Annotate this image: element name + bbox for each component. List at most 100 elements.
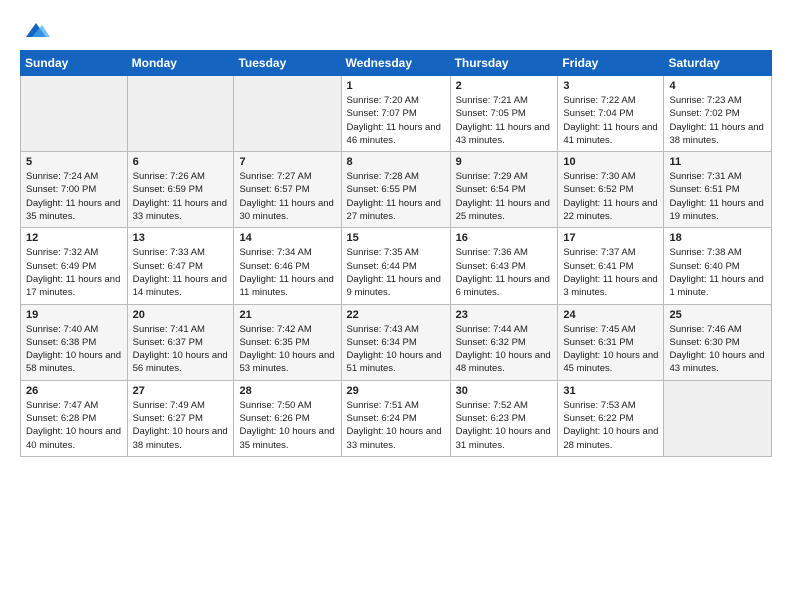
day-number: 13 [133,232,229,244]
sunrise-text: Sunrise: 7:52 AM [456,399,553,412]
sunrise-text: Sunrise: 7:30 AM [563,170,658,183]
day-number: 17 [563,232,658,244]
daylight-text: Daylight: 11 hours and 19 minutes. [669,197,766,224]
day-info: Sunrise: 7:38 AMSunset: 6:40 PMDaylight:… [669,246,766,299]
sunrise-text: Sunrise: 7:49 AM [133,399,229,412]
calendar-cell: 11 Sunrise: 7:31 AMSunset: 6:51 PMDayligh… [664,152,772,228]
day-info: Sunrise: 7:22 AMSunset: 7:04 PMDaylight:… [563,94,658,147]
daylight-text: Daylight: 11 hours and 6 minutes. [456,273,553,300]
day-number: 7 [239,156,335,168]
calendar-cell: 25Sunrise: 7:46 AMSunset: 6:30 PMDayligh… [664,304,772,380]
calendar-cell: 21Sunrise: 7:42 AMSunset: 6:35 PMDayligh… [234,304,341,380]
daylight-text: Daylight: 11 hours and 9 minutes. [347,273,445,300]
calendar-cell: 23Sunrise: 7:44 AMSunset: 6:32 PMDayligh… [450,304,558,380]
day-number: 5 [26,156,122,168]
daylight-text: Daylight: 10 hours and 53 minutes. [239,349,335,376]
daylight-text: Daylight: 11 hours and 14 minutes. [133,273,229,300]
sunset-text: Sunset: 6:31 PM [563,336,658,349]
daylight-text: Daylight: 11 hours and 46 minutes. [347,121,445,148]
sunset-text: Sunset: 6:26 PM [239,412,335,425]
day-number: 14 [239,232,335,244]
sunset-text: Sunset: 6:32 PM [456,336,553,349]
daylight-text: Daylight: 10 hours and 58 minutes. [26,349,122,376]
daylight-text: Daylight: 10 hours and 33 minutes. [347,425,445,452]
day-number: 16 [456,232,553,244]
calendar-cell: 10Sunrise: 7:30 AMSunset: 6:52 PMDayligh… [558,152,664,228]
day-info: Sunrise: 7:32 AMSunset: 6:49 PMDaylight:… [26,246,122,299]
day-info: Sunrise: 7:52 AMSunset: 6:23 PMDaylight:… [456,399,553,452]
weekday-wednesday: Wednesday [341,51,450,76]
day-number: 28 [239,385,335,397]
daylight-text: Daylight: 11 hours and 30 minutes. [239,197,335,224]
sunrise-text: Sunrise: 7:53 AM [563,399,658,412]
daylight-text: Daylight: 11 hours and 25 minutes. [456,197,553,224]
calendar-cell: 29 Sunrise: 7:51 AMSunset: 6:24 PMDayligh… [341,380,450,456]
week-row-0: 1Sunrise: 7:20 AMSunset: 7:07 PMDaylight… [21,76,772,152]
calendar-cell: 8Sunrise: 7:28 AMSunset: 6:55 PMDaylight… [341,152,450,228]
day-info: Sunrise: 7:44 AMSunset: 6:32 PMDaylight:… [456,323,553,376]
calendar-cell [234,76,341,152]
day-number: 29 [347,385,445,397]
day-number: 19 [26,309,122,321]
day-info: Sunrise: 7:34 AMSunset: 6:46 PMDaylight:… [239,246,335,299]
day-number: 6 [133,156,229,168]
week-row-2: 12Sunrise: 7:32 AMSunset: 6:49 PMDayligh… [21,228,772,304]
sunrise-text: Sunrise: 7:43 AM [347,323,445,336]
sunset-text: Sunset: 6:34 PM [347,336,445,349]
calendar-cell [664,380,772,456]
sunset-text: Sunset: 6:22 PM [563,412,658,425]
sunset-text: Sunset: 6:57 PM [239,183,335,196]
sunrise-text: Sunrise: 7:27 AM [239,170,335,183]
day-number: 10 [563,156,658,168]
sunset-text: Sunset: 6:40 PM [669,260,766,273]
day-info: Sunrise: 7:37 AMSunset: 6:41 PMDaylight:… [563,246,658,299]
day-number: 1 [347,80,445,92]
day-info: Sunrise: 7:23 AMSunset: 7:02 PMDaylight:… [669,94,766,147]
day-info: Sunrise: 7:33 AMSunset: 6:47 PMDaylight:… [133,246,229,299]
day-info: Sunrise: 7:49 AMSunset: 6:27 PMDaylight:… [133,399,229,452]
sunset-text: Sunset: 6:30 PM [669,336,766,349]
sunrise-text: Sunrise: 7:35 AM [347,246,445,259]
weekday-header-row: SundayMondayTuesdayWednesdayThursdayFrid… [21,51,772,76]
daylight-text: Daylight: 11 hours and 1 minute. [669,273,766,300]
day-info: Sunrise: 7:43 AMSunset: 6:34 PMDaylight:… [347,323,445,376]
sunset-text: Sunset: 6:27 PM [133,412,229,425]
weekday-tuesday: Tuesday [234,51,341,76]
sunrise-text: Sunrise: 7:34 AM [239,246,335,259]
sunrise-text: Sunrise: 7:36 AM [456,246,553,259]
sunset-text: Sunset: 6:52 PM [563,183,658,196]
day-info: Sunrise: 7:40 AMSunset: 6:38 PMDaylight:… [26,323,122,376]
weekday-saturday: Saturday [664,51,772,76]
day-info: Sunrise: 7:35 AMSunset: 6:44 PMDaylight:… [347,246,445,299]
sunset-text: Sunset: 6:43 PM [456,260,553,273]
day-number: 27 [133,385,229,397]
sunset-text: Sunset: 6:51 PM [669,183,766,196]
sunrise-text: Sunrise: 7:41 AM [133,323,229,336]
sunset-text: Sunset: 6:46 PM [239,260,335,273]
sunrise-text: Sunrise: 7:21 AM [456,94,553,107]
day-info: Sunrise: 7:51 AMSunset: 6:24 PMDaylight:… [347,399,445,452]
day-info: Sunrise: 7:50 AMSunset: 6:26 PMDaylight:… [239,399,335,452]
sunset-text: Sunset: 6:44 PM [347,260,445,273]
day-number: 15 [347,232,445,244]
calendar-cell: 16 Sunrise: 7:36 AMSunset: 6:43 PMDayligh… [450,228,558,304]
day-number: 4 [669,80,766,92]
day-number: 20 [133,309,229,321]
daylight-text: Daylight: 10 hours and 40 minutes. [26,425,122,452]
sunrise-text: Sunrise: 7:45 AM [563,323,658,336]
logo [20,16,50,40]
day-number: 24 [563,309,658,321]
daylight-text: Daylight: 11 hours and 38 minutes. [669,121,766,148]
daylight-text: Daylight: 10 hours and 38 minutes. [133,425,229,452]
sunrise-text: Sunrise: 7:51 AM [347,399,445,412]
sunrise-text: Sunrise: 7:31 AM [669,170,766,183]
daylight-text: Daylight: 10 hours and 56 minutes. [133,349,229,376]
calendar-cell: 7 Sunrise: 7:27 AMSunset: 6:57 PMDaylight… [234,152,341,228]
week-row-1: 5Sunrise: 7:24 AMSunset: 7:00 PMDaylight… [21,152,772,228]
calendar-table: SundayMondayTuesdayWednesdayThursdayFrid… [20,50,772,457]
sunset-text: Sunset: 6:35 PM [239,336,335,349]
sunrise-text: Sunrise: 7:28 AM [347,170,445,183]
sunrise-text: Sunrise: 7:33 AM [133,246,229,259]
week-row-4: 26Sunrise: 7:47 AMSunset: 6:28 PMDayligh… [21,380,772,456]
day-number: 11 [669,156,766,168]
